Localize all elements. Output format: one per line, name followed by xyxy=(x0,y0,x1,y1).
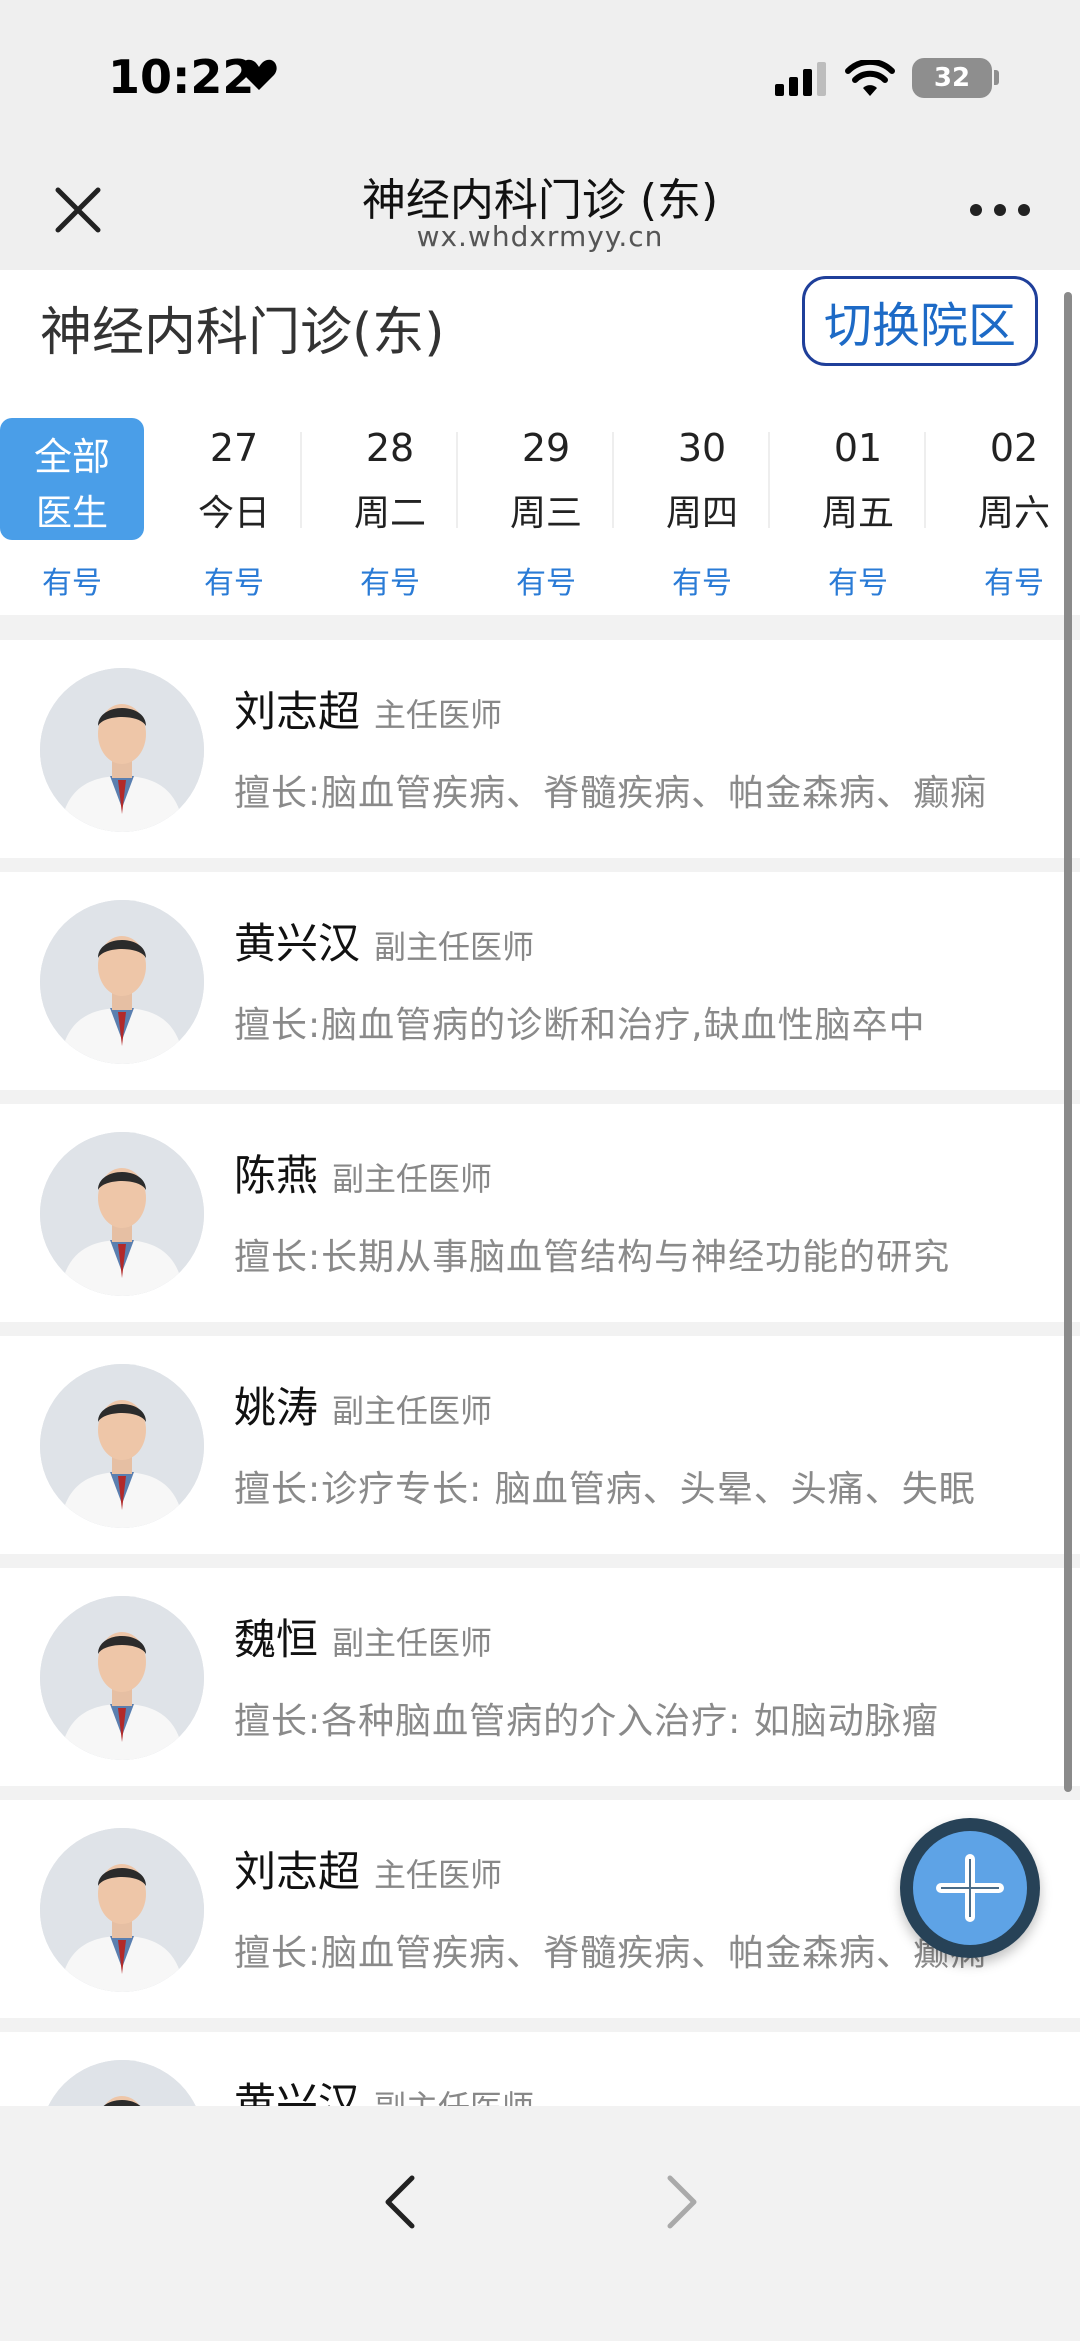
date-label: 全部 xyxy=(33,435,110,479)
doctor-title: 主任医师 xyxy=(374,696,503,734)
doctor-name: 刘志超 xyxy=(234,687,361,736)
date-tab[interactable]: 29 周三有号 xyxy=(468,418,624,608)
availability-label: 有号 xyxy=(516,566,576,601)
doctor-avatar xyxy=(40,2060,204,2106)
doctor-title: 副主任医师 xyxy=(332,1160,493,1198)
chevron-right-icon[interactable] xyxy=(656,2172,706,2232)
content-area[interactable]: 神经内科门诊(东) 切换院区 全部 医生 有号 27 今日 有号 28 周二 有号 29 周三 有号 3… xyxy=(0,270,1080,2106)
doctor-title: 副主任医师 xyxy=(332,1624,493,1662)
date-label: 02 xyxy=(989,426,1039,470)
wifi-icon xyxy=(845,60,895,96)
doctor-avatar xyxy=(40,668,204,832)
doctor-name-row: 刘志超 主任医师 xyxy=(234,678,502,739)
doctor-name-row: 刘志超 主任医师 xyxy=(234,1838,502,1899)
department-title: 神经内科门诊(东) xyxy=(40,303,445,363)
availability-label: 有号 xyxy=(984,566,1044,601)
doctor-avatar xyxy=(40,1364,204,1528)
doctor-avatar xyxy=(40,1132,204,1296)
doctor-card[interactable]: 姚涛 副主任医师擅长:诊疗专长: 脑血管病、头晕、头痛、失眠 xyxy=(0,1336,1080,1554)
chevron-left-icon[interactable] xyxy=(376,2172,426,2232)
availability-label: 有号 xyxy=(828,566,888,601)
plus-icon xyxy=(936,1854,1004,1922)
doctor-avatar xyxy=(40,1828,204,1992)
more-icon[interactable] xyxy=(970,198,1030,222)
doctor-specialty: 擅长:各种脑血管病的介入治疗: 如脑动脉瘤 xyxy=(234,1701,939,1742)
heart-icon xyxy=(241,59,277,90)
fab-inner xyxy=(913,1831,1027,1945)
weekday-label: 周六 xyxy=(977,493,1050,534)
availability-label: 有号 xyxy=(204,566,264,601)
date-divider xyxy=(300,432,302,528)
date-tab[interactable]: 02 周六有号 xyxy=(936,418,1080,608)
doctor-name: 魏恒 xyxy=(234,1615,319,1664)
doctor-title: 副主任医师 xyxy=(332,1392,493,1430)
page-title: 神经内科门诊 (东) xyxy=(361,175,719,226)
doctor-specialty: 擅长:脑血管疾病、脊髓疾病、帕金森病、癫痫 xyxy=(234,1933,988,1974)
doctor-name-row: 姚涛 副主任医师 xyxy=(234,1374,492,1435)
doctor-avatar xyxy=(40,900,204,1064)
battery-icon: 32 xyxy=(912,58,992,98)
date-label: 01 xyxy=(833,426,883,470)
date-tab-all[interactable]: 全部 医生 有号 xyxy=(0,418,156,608)
weekday-label: 周二 xyxy=(353,493,426,534)
doctor-specialty: 擅长:脑血管疾病、脊髓疾病、帕金森病、癫痫 xyxy=(234,773,988,814)
doctor-name: 黄兴汉 xyxy=(234,919,361,968)
doctor-specialty: 擅长:脑血管病的诊断和治疗,缺血性脑卒中 xyxy=(234,1005,926,1046)
status-bar: 10:22 32 xyxy=(0,0,1080,150)
availability-label: 有号 xyxy=(360,566,420,601)
date-label: 30 xyxy=(677,426,727,470)
doctor-card[interactable]: 黄兴汉副主任医师 xyxy=(0,2032,1080,2106)
date-label: 28 xyxy=(365,426,415,470)
doctor-title: 副主任医师 xyxy=(374,928,535,966)
weekday-label: 医生 xyxy=(35,493,108,534)
doctor-card[interactable]: 陈燕 副主任医师擅长:长期从事脑血管结构与神经功能的研究 xyxy=(0,1104,1080,1322)
date-label: 27 xyxy=(209,426,259,470)
date-divider xyxy=(768,432,770,528)
doctor-name: 刘志超 xyxy=(234,1847,361,1896)
weekday-label: 今日 xyxy=(197,493,270,534)
add-button[interactable] xyxy=(900,1818,1040,1958)
date-tab[interactable]: 01 周五有号 xyxy=(780,418,936,608)
date-label: 29 xyxy=(521,426,571,470)
browser-bottom-bar xyxy=(0,2106,1080,2341)
availability-label: 有号 xyxy=(672,566,732,601)
weekday-label: 周三 xyxy=(509,493,582,534)
doctor-name: 姚涛 xyxy=(234,1383,319,1432)
doctor-specialty: 擅长:诊疗专长: 脑血管病、头晕、头痛、失眠 xyxy=(234,1469,976,1510)
availability-label: 有号 xyxy=(42,566,102,601)
doctor-name-row: 陈燕 副主任医师 xyxy=(234,1142,492,1203)
title-bar: 神经内科门诊 (东) wx.whdxrmyy.cn xyxy=(0,150,1080,270)
doctor-card[interactable]: 黄兴汉 副主任医师擅长:脑血管病的诊断和治疗,缺血性脑卒中 xyxy=(0,872,1080,1090)
weekday-label: 周四 xyxy=(665,493,738,534)
doctor-name-row: 魏恒 副主任医师 xyxy=(234,1606,492,1667)
doctor-name-row: 黄兴汉副主任医师 xyxy=(234,910,534,971)
date-tab[interactable]: 28 周二有号 xyxy=(312,418,468,608)
scrollbar[interactable] xyxy=(1064,292,1072,1792)
doctor-name: 黄兴汉 xyxy=(234,2079,361,2106)
doctor-title: 副主任医师 xyxy=(374,2088,534,2106)
date-tab[interactable]: 27 今日有号 xyxy=(156,418,312,608)
doctor-card[interactable]: 刘志超 主任医师擅长:脑血管疾病、脊髓疾病、帕金森病、癫痫 xyxy=(0,640,1080,858)
status-time: 10:22 xyxy=(108,50,255,104)
date-divider xyxy=(612,432,614,528)
doctor-title: 主任医师 xyxy=(374,1856,503,1894)
doctor-name: 陈燕 xyxy=(234,1151,319,1200)
doctor-name-row: 黄兴汉副主任医师 xyxy=(234,2070,534,2106)
date-selector: 全部医生有号 27 今日有号 28 周二有号 29 周三有号 30 周四有号 01 周五有号 02 周六… xyxy=(0,418,1080,608)
page-url: wx.whdxrmyy.cn xyxy=(416,220,664,253)
department-header: 神经内科门诊(东) 切换院区 全部 医生 有号 27 今日 有号 28 周二 有号 29 周三 有号 3… xyxy=(0,270,1080,615)
doctor-specialty: 擅长:长期从事脑血管结构与神经功能的研究 xyxy=(234,1237,951,1278)
signal-icon xyxy=(775,62,826,96)
date-tab[interactable]: 30 周四有号 xyxy=(624,418,780,608)
battery-tip xyxy=(994,70,999,85)
date-divider xyxy=(456,432,458,528)
date-divider xyxy=(924,432,926,528)
switch-campus-button[interactable]: 切换院区 xyxy=(802,276,1038,366)
doctor-card[interactable]: 魏恒 副主任医师擅长:各种脑血管病的介入治疗: 如脑动脉瘤 xyxy=(0,1568,1080,1786)
doctor-avatar xyxy=(40,1596,204,1760)
weekday-label: 周五 xyxy=(821,493,894,534)
